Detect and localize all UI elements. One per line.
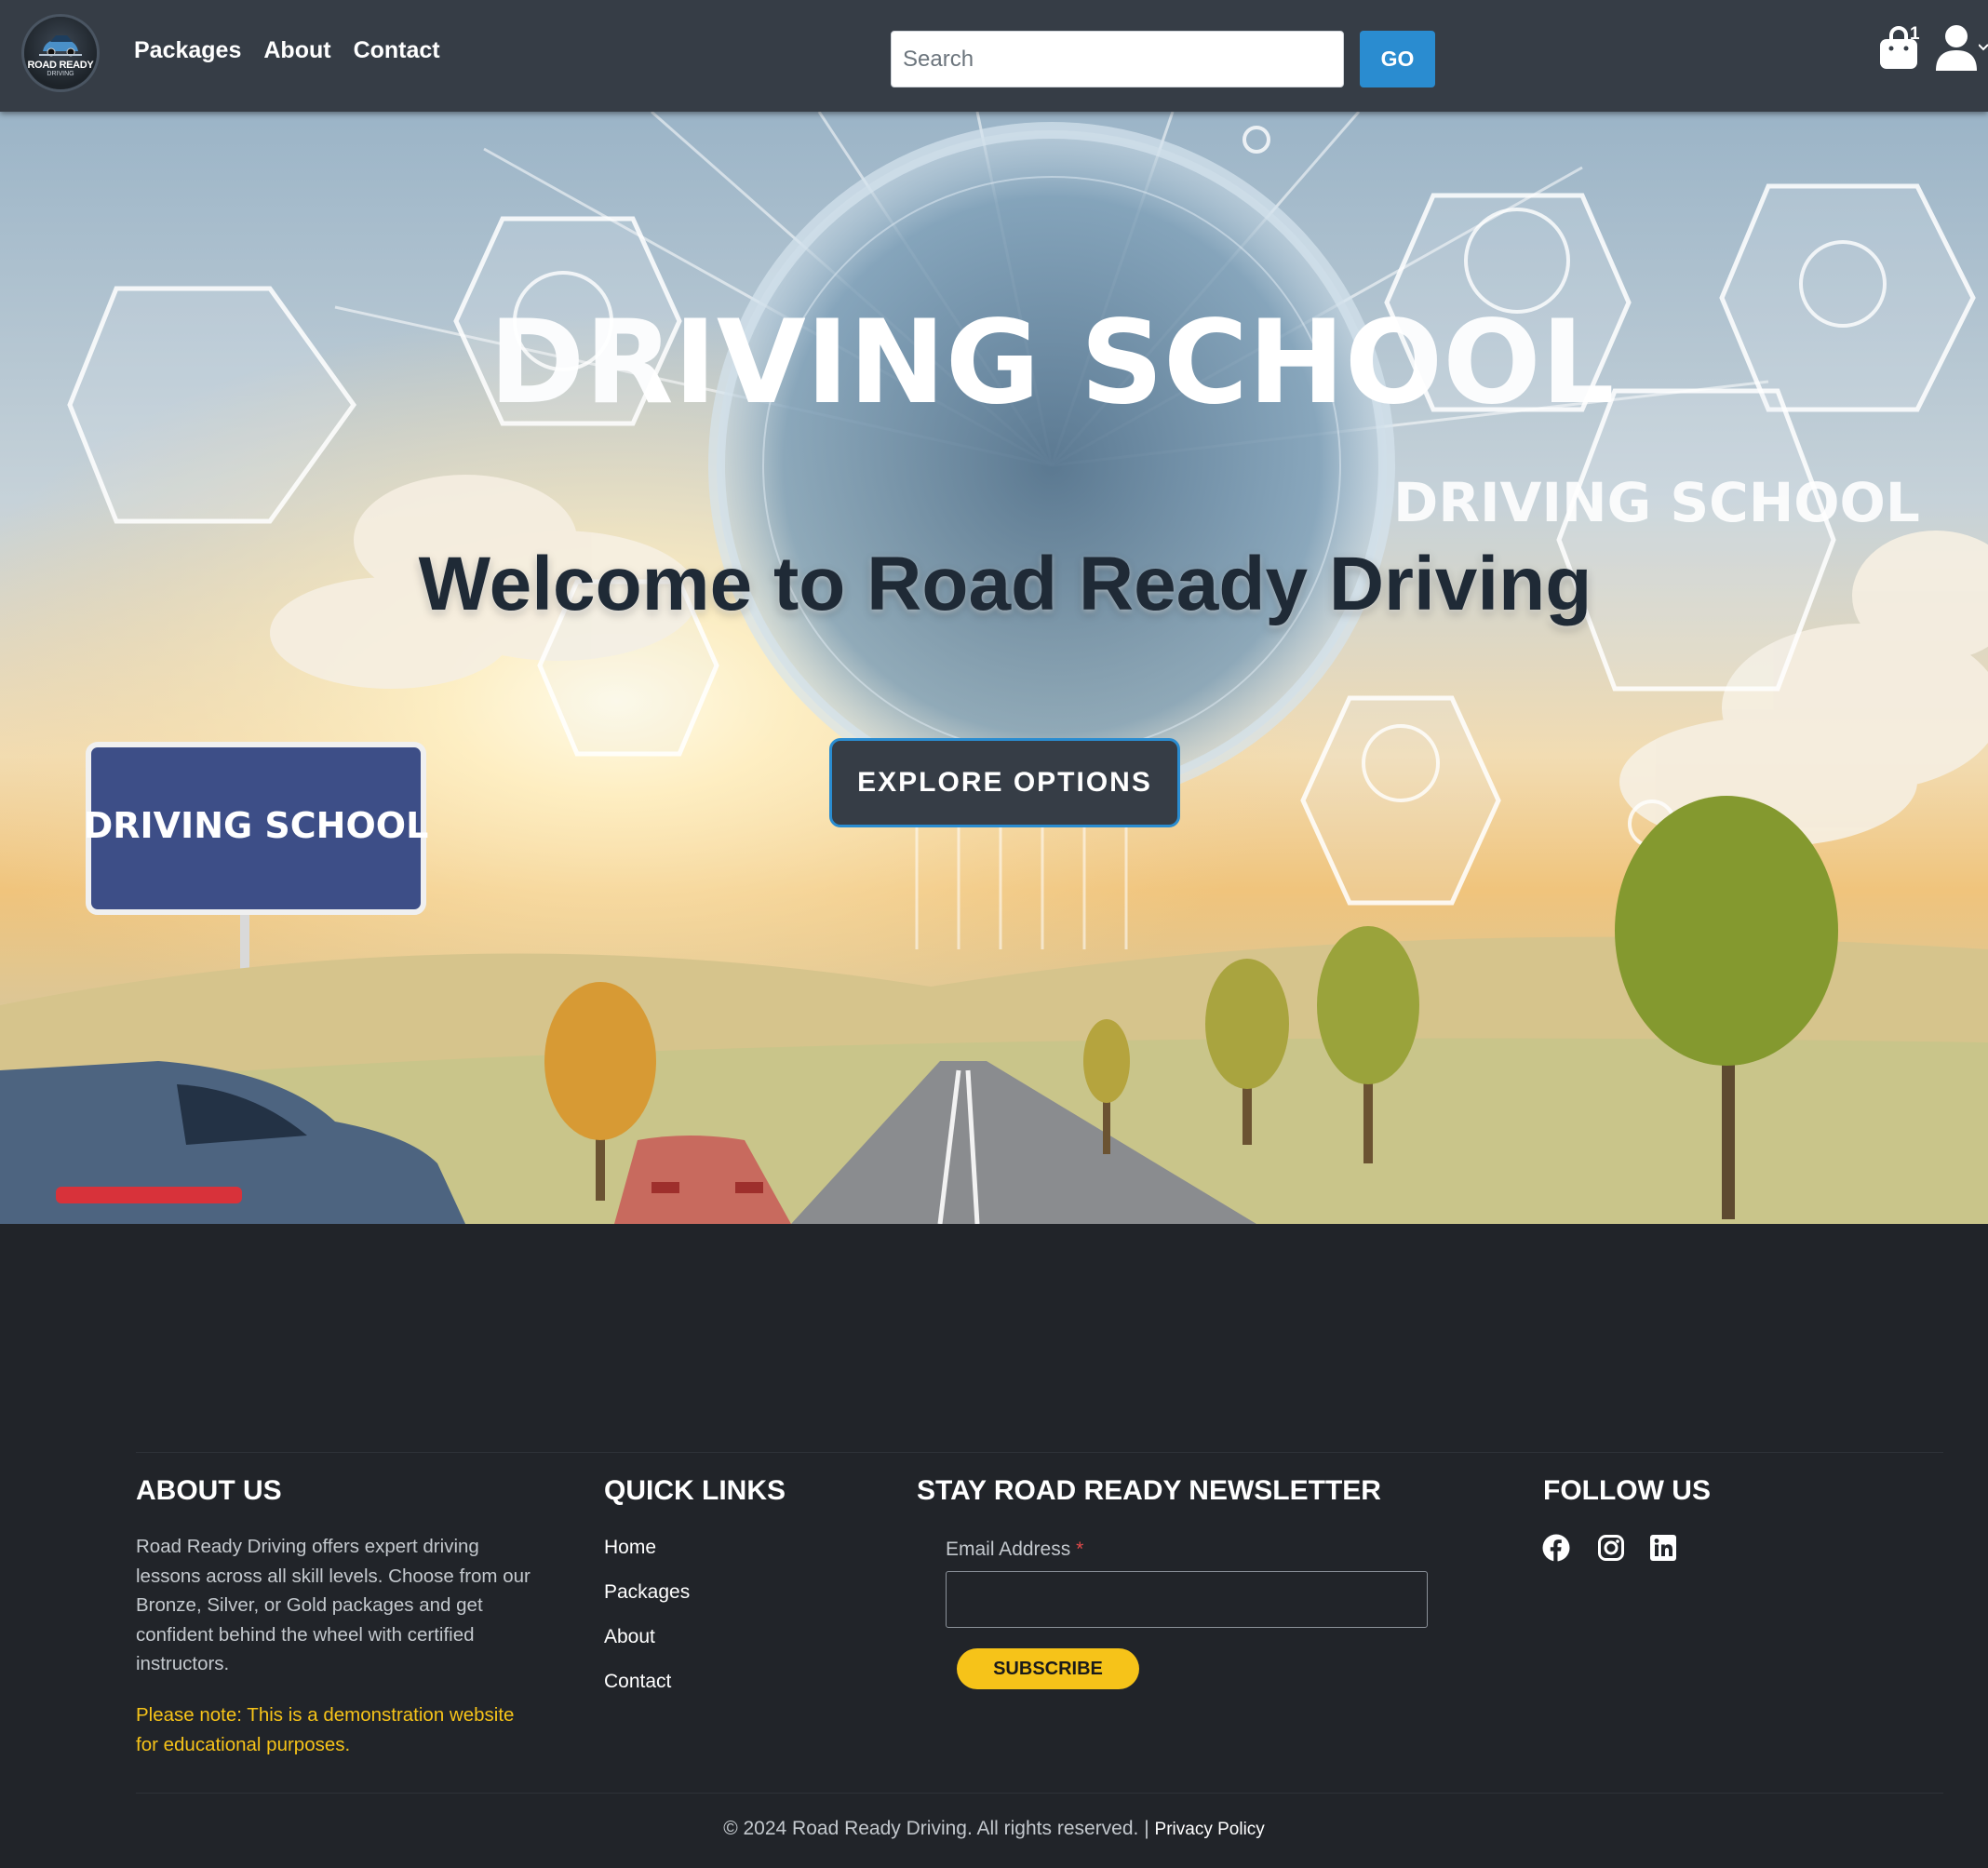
- hero-image-left-sign-text: DRIVING SCHOOL: [84, 805, 429, 846]
- copyright-bar: © 2024 Road Ready Driving. All rights re…: [0, 1818, 1988, 1840]
- email-address-label: Email Address *: [946, 1539, 1083, 1561]
- footer-top-divider: [136, 1452, 1943, 1453]
- hero-image-badge-text: DRIVING SCHOOL: [1393, 471, 1920, 534]
- linkedin-icon[interactable]: [1649, 1534, 1677, 1562]
- main-nav: Packages About Contact: [134, 37, 440, 64]
- cart-count-badge: 1: [1910, 24, 1920, 44]
- footer-link-contact[interactable]: Contact: [604, 1669, 690, 1713]
- quick-links-list: Home Packages About Contact: [604, 1535, 690, 1713]
- follow-us-heading: FOLLOW US: [1543, 1475, 1711, 1506]
- copyright-separator: |: [1144, 1818, 1149, 1839]
- logo-text: ROAD READY: [27, 59, 94, 71]
- search-go-button[interactable]: GO: [1360, 31, 1435, 87]
- hero-background-image: DRIVING SCHOOL DRIVING SCHOOL DRIVING SC…: [0, 112, 1988, 1224]
- footer-link-home[interactable]: Home: [604, 1535, 690, 1579]
- required-asterisk: *: [1076, 1539, 1084, 1560]
- copyright-text: © 2024 Road Ready Driving. All rights re…: [723, 1818, 1139, 1839]
- nav-link-about[interactable]: About: [263, 37, 330, 64]
- email-label-text: Email Address: [946, 1539, 1071, 1560]
- footer-bottom-divider: [136, 1793, 1943, 1794]
- chevron-down-icon[interactable]: [1979, 43, 1988, 52]
- nav-link-contact[interactable]: Contact: [354, 37, 440, 64]
- newsletter-heading: STAY ROAD READY NEWSLETTER: [917, 1475, 1381, 1506]
- privacy-policy-link[interactable]: Privacy Policy: [1155, 1820, 1265, 1839]
- car-logo-icon: [39, 34, 82, 56]
- user-icon[interactable]: [1934, 24, 1979, 73]
- site-logo[interactable]: ROAD READY DRIVING: [24, 17, 97, 89]
- instagram-icon[interactable]: [1597, 1534, 1625, 1562]
- facebook-icon[interactable]: [1542, 1534, 1570, 1562]
- explore-options-button[interactable]: EXPLORE OPTIONS: [829, 738, 1180, 827]
- quick-links-heading: QUICK LINKS: [604, 1475, 786, 1506]
- hero-section: DRIVING SCHOOL DRIVING SCHOOL DRIVING SC…: [0, 112, 1988, 1224]
- hero-title: Welcome to Road Ready Driving: [418, 541, 1592, 626]
- navbar: ROAD READY DRIVING Packages About Contac…: [0, 0, 1988, 112]
- about-us-text: Road Ready Driving offers expert driving…: [136, 1536, 531, 1674]
- newsletter-email-field[interactable]: [946, 1571, 1428, 1628]
- nav-link-packages[interactable]: Packages: [134, 37, 241, 64]
- search-input[interactable]: [891, 31, 1344, 87]
- subscribe-button[interactable]: SUBSCRIBE: [957, 1648, 1139, 1689]
- footer-link-packages[interactable]: Packages: [604, 1579, 690, 1624]
- logo-subtext: DRIVING: [47, 70, 74, 77]
- demo-notice: Please note: This is a demonstration web…: [136, 1704, 515, 1755]
- footer-link-about[interactable]: About: [604, 1624, 690, 1669]
- about-us-heading: ABOUT US: [136, 1475, 282, 1506]
